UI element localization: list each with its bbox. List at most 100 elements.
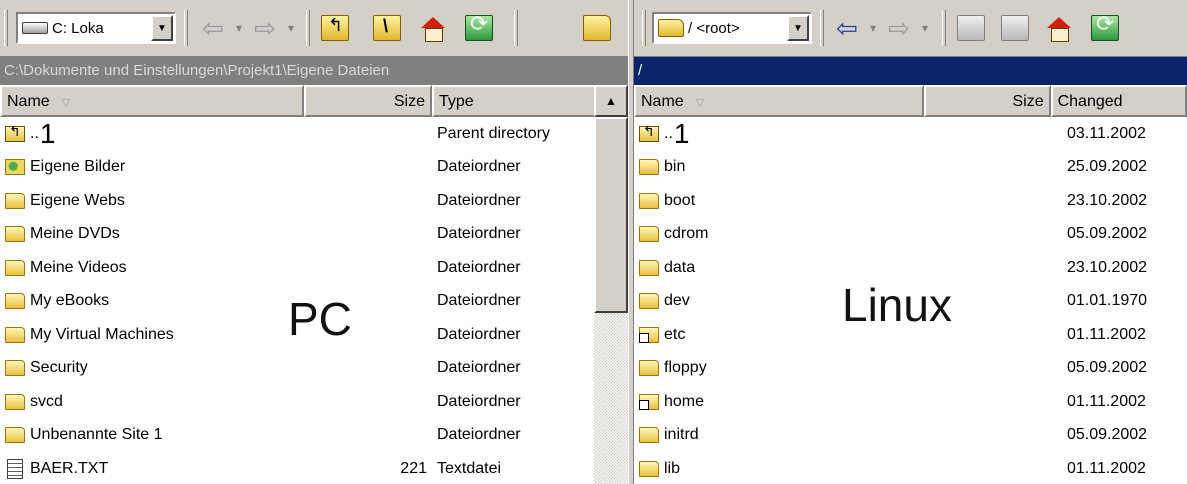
file-type-cell: Dateiordner	[437, 225, 521, 243]
file-changed-cell: 23.10.2002	[1067, 191, 1148, 209]
column-name-header[interactable]: Name ▽	[634, 85, 924, 117]
forward-arrow-icon[interactable]: ⇨	[250, 13, 280, 43]
parent-directory-button[interactable]	[954, 13, 988, 43]
file-changed-cell: 05.09.2002	[1067, 359, 1148, 377]
back-arrow-icon[interactable]: ⇦	[832, 13, 862, 43]
toolbar-grip[interactable]	[942, 10, 946, 46]
local-vertical-scrollbar[interactable]: ▲	[594, 85, 628, 484]
folder-icon	[639, 192, 659, 209]
folder-icon	[639, 159, 659, 176]
chevron-down-icon[interactable]: ▼	[787, 15, 809, 41]
file-row[interactable]: Unbenannte Site 1 Dateiordner	[0, 419, 634, 453]
file-changed-cell: 05.09.2002	[1067, 426, 1148, 444]
root-folder-icon	[1001, 15, 1029, 41]
file-row[interactable]: boot 23.10.2002	[634, 184, 1187, 218]
file-name: My eBooks	[30, 292, 110, 310]
file-row[interactable]: ..1 03.11.2002	[634, 117, 1187, 151]
home-directory-button[interactable]	[416, 13, 450, 43]
file-row[interactable]: Eigene Webs Dateiordner	[0, 184, 634, 218]
file-name: lib	[664, 459, 681, 477]
file-row[interactable]: Meine Videos Dateiordner	[0, 251, 634, 285]
file-name: data	[664, 258, 696, 276]
toolbar-grip[interactable]	[306, 10, 310, 46]
toolbar-grip[interactable]	[642, 10, 646, 46]
local-panel: C: Loka ▼ ⇦ ▾ ⇨ ▾ C:\Dokumente und Einst…	[0, 0, 634, 484]
column-size-header[interactable]: Size	[923, 85, 1051, 117]
scroll-up-arrow-icon[interactable]: ▲	[594, 85, 628, 117]
file-row[interactable]: Security Dateiordner	[0, 352, 634, 386]
file-row[interactable]: floppy 05.09.2002	[634, 352, 1187, 386]
open-folder-button[interactable]	[580, 13, 614, 43]
folder-icon	[639, 460, 659, 477]
column-size-header[interactable]: Size	[304, 85, 432, 117]
file-type-cell: Textdatei	[437, 459, 502, 477]
file-name: Meine DVDs	[30, 225, 120, 243]
chevron-down-icon[interactable]: ▼	[151, 15, 173, 41]
home-icon	[1045, 15, 1073, 42]
file-name-cell: BAER.TXT	[0, 458, 304, 479]
file-changed-cell: 01.11.2002	[1067, 325, 1146, 343]
folder-icon	[5, 259, 25, 276]
folder-icon	[5, 427, 25, 444]
folder-icon	[639, 259, 659, 276]
back-history-dropdown[interactable]: ▾	[232, 13, 246, 43]
file-type-cell: Dateiordner	[437, 158, 521, 176]
file-row[interactable]: initrd 05.09.2002	[634, 419, 1187, 453]
forward-arrow-icon[interactable]: ⇨	[884, 13, 914, 43]
file-changed-cell: 01.11.2002	[1067, 459, 1146, 477]
forward-history-dropdown[interactable]: ▾	[284, 13, 298, 43]
parent-directory-button[interactable]	[318, 13, 352, 43]
root-directory-button[interactable]	[370, 13, 404, 43]
file-changed-cell: 01.11.2002	[1067, 392, 1146, 410]
file-row[interactable]: cdrom 05.09.2002	[634, 218, 1187, 252]
updir-icon	[5, 124, 25, 142]
folder-icon	[5, 326, 25, 343]
folder-icon	[5, 192, 25, 209]
file-row[interactable]: Eigene Bilder Dateiordner	[0, 151, 634, 185]
scrollbar-thumb[interactable]	[594, 117, 628, 313]
folder-icon	[639, 427, 659, 444]
refresh-icon	[1091, 13, 1119, 41]
folder-icon	[658, 19, 684, 37]
file-row[interactable]: bin 25.09.2002	[634, 151, 1187, 185]
root-directory-button[interactable]	[998, 13, 1032, 43]
remote-drive-label: / <root>	[688, 19, 740, 37]
toolbar-grip[interactable]	[4, 10, 8, 46]
column-type-header[interactable]: Type	[432, 85, 600, 117]
toolbar-grip[interactable]	[184, 10, 188, 46]
folder-icon	[639, 360, 659, 377]
folder-icon	[639, 226, 659, 243]
refresh-button[interactable]	[1088, 13, 1122, 43]
file-row[interactable]: BAER.TXT 221 Textdatei	[0, 452, 634, 484]
local-path-bar[interactable]: C:\Dokumente und Einstellungen\Projekt1\…	[0, 57, 634, 85]
toolbar-grip[interactable]	[820, 10, 824, 46]
back-history-dropdown[interactable]: ▾	[866, 13, 880, 43]
forward-history-dropdown[interactable]: ▾	[918, 13, 932, 43]
column-name-label: Name	[641, 93, 684, 110]
file-changed-cell: 03.11.2002	[1067, 124, 1146, 142]
pictures-folder-icon	[5, 159, 25, 176]
column-name-header[interactable]: Name ▽	[0, 85, 304, 117]
refresh-button[interactable]	[462, 13, 496, 43]
home-directory-button[interactable]	[1042, 13, 1076, 43]
file-row[interactable]: ..1 Parent directory	[0, 117, 634, 151]
file-row[interactable]: svcd Dateiordner	[0, 385, 634, 419]
file-type-cell: Dateiordner	[437, 191, 521, 209]
local-column-header: Name ▽ Size Type	[0, 85, 634, 117]
file-row[interactable]: Meine DVDs Dateiordner	[0, 218, 634, 252]
file-name-cell: cdrom	[634, 225, 932, 243]
up-folder-icon	[957, 15, 985, 41]
file-name-cell: ..1	[0, 124, 304, 144]
toolbar-grip[interactable]	[514, 10, 518, 46]
remote-drive-select[interactable]: / <root> ▼	[652, 12, 812, 44]
column-changed-header[interactable]: Changed	[1050, 85, 1187, 117]
file-row[interactable]: lib 01.11.2002	[634, 452, 1187, 484]
back-arrow-icon[interactable]: ⇦	[198, 13, 228, 43]
file-row[interactable]: home 01.11.2002	[634, 385, 1187, 419]
file-type-cell: Dateiordner	[437, 392, 521, 410]
text-file-icon	[7, 458, 23, 479]
linux-overlay-label: Linux	[842, 279, 952, 331]
local-drive-select[interactable]: C: Loka ▼	[16, 12, 176, 44]
file-type-cell: Dateiordner	[437, 359, 521, 377]
remote-path-bar[interactable]: /	[634, 57, 1187, 85]
